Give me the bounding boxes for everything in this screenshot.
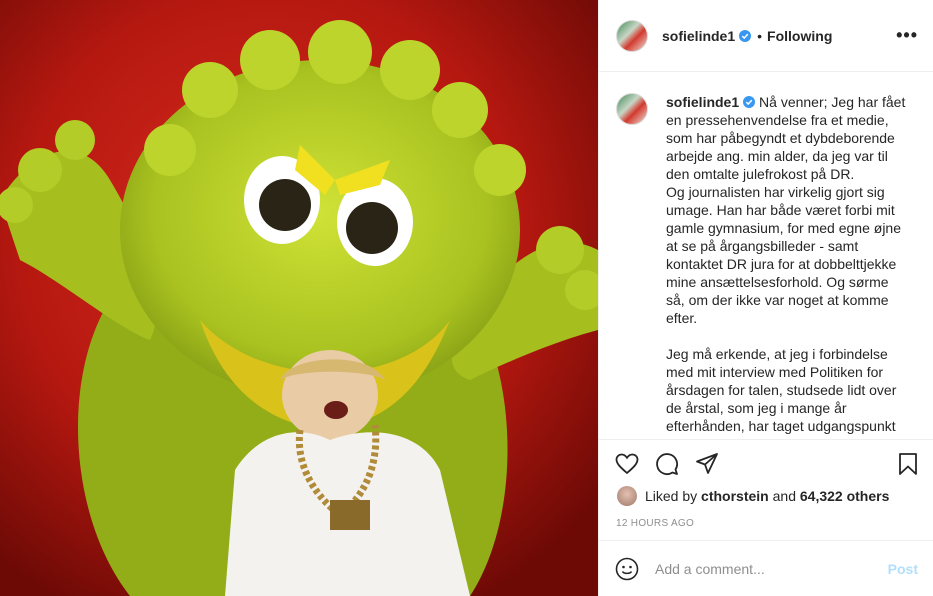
comment-input[interactable]	[655, 560, 875, 577]
username-link[interactable]: sofielinde1	[662, 28, 735, 44]
post-header: sofielinde1 • Following •••	[599, 0, 933, 72]
post-photo[interactable]	[0, 0, 598, 596]
separator-dot: •	[757, 27, 763, 44]
comment-icon[interactable]	[655, 452, 679, 476]
liked-by-user-link[interactable]: cthorstein	[701, 488, 769, 504]
emoji-icon[interactable]	[615, 557, 639, 581]
frog-costume-image	[0, 0, 598, 596]
caption: sofielinde1 Nå venner; Jeg har fået en p…	[616, 93, 917, 435]
verified-icon	[743, 96, 756, 108]
liked-by-and: and	[772, 488, 796, 504]
caption-text: sofielinde1 Nå venner; Jeg har fået en p…	[666, 93, 906, 435]
likes-count-link[interactable]: 64,322 others	[800, 488, 890, 504]
more-icon[interactable]: •••	[896, 26, 918, 44]
likes-summary: Liked by cthorstein and 64,322 others	[617, 486, 889, 506]
heart-icon[interactable]	[615, 452, 639, 476]
post-button[interactable]: Post	[888, 561, 918, 577]
post-sidebar: sofielinde1 • Following ••• sofielinde1 …	[598, 0, 933, 596]
bookmark-icon[interactable]	[896, 452, 920, 476]
comments-list[interactable]: sofielinde1 Nå venner; Jeg har fået en p…	[599, 73, 933, 439]
add-comment-bar: Post	[599, 540, 933, 596]
liker-avatar[interactable]	[617, 486, 637, 506]
liked-by-prefix: Liked by	[645, 488, 698, 504]
caption-username[interactable]: sofielinde1	[666, 94, 739, 110]
share-icon[interactable]	[695, 452, 719, 476]
caption-avatar[interactable]	[616, 93, 648, 125]
verified-icon	[739, 29, 752, 42]
post-timestamp[interactable]: 12 HOURS AGO	[616, 518, 694, 529]
caption-paragraph-3: Jeg må erkende, at jeg i forbindelse med…	[666, 346, 897, 434]
following-button[interactable]: Following	[767, 28, 832, 44]
caption-paragraph-2: Og journalisten har virkelig gjort sig u…	[666, 184, 901, 326]
avatar[interactable]	[616, 19, 648, 52]
